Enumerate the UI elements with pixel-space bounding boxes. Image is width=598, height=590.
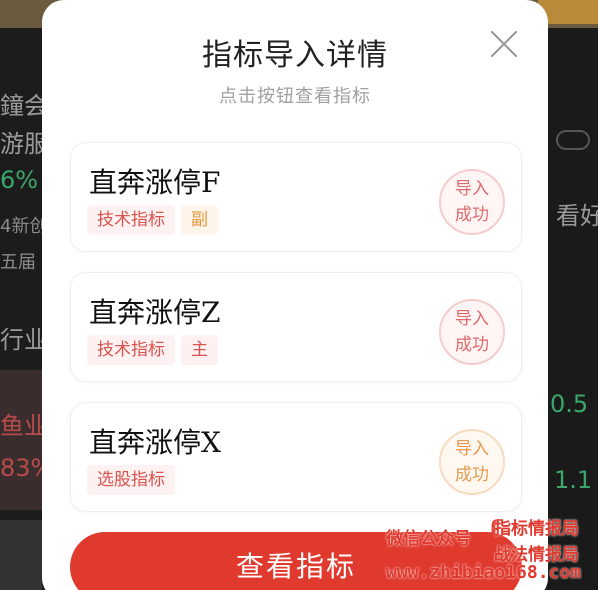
background-text: 游服 [0,130,48,158]
background-eye-icon [556,130,590,150]
stamp-line-1: 导入 [455,179,489,199]
indicator-name: 直奔涨停Z [89,296,221,329]
indicator-name: 直奔涨停X [89,426,221,459]
background-text: 鱼业 [0,412,48,440]
import-success-stamp: 导入 成功 [439,429,505,495]
indicator-name: 直奔涨停F [89,166,221,199]
stamp-line-2: 成功 [455,335,489,355]
background-text: 行业 [0,326,48,354]
category-tag: 技术指标 [87,335,175,365]
background-card [0,520,42,590]
indicator-import-dialog: 指标导入详情 点击按钮查看指标 直奔涨停F 技术指标 副 导入 成功 直奔涨停Z … [42,0,548,590]
category-tag: 选股指标 [87,465,175,495]
sub-tag: 副 [181,205,218,235]
watermark-line-1: 指标情报局 [494,519,579,539]
background-text: 1.1 [554,466,593,494]
stamp-line-1: 导入 [455,309,489,329]
stamp-line-2: 成功 [455,205,489,225]
import-success-stamp: 导入 成功 [439,299,505,365]
indicator-card: 直奔涨停F 技术指标 副 导入成功 [70,142,522,252]
background-text: 五届 [0,252,36,273]
background-text: 6% [0,166,39,194]
sub-tag: 主 [181,335,218,365]
watermark-url: www.zhibiao168.com [386,562,582,583]
background-text: 0.5 [550,390,589,418]
background-text: 4新创 [0,216,48,237]
close-icon[interactable] [488,28,520,60]
dialog-subtitle: 点击按钮查看指标 [219,86,371,107]
dialog-title: 指标导入详情 [202,38,388,73]
background-right-panel [548,30,598,590]
stamp-line-2: 成功 [455,465,489,485]
watermark-label: 微信公众号 [386,529,471,549]
category-tag: 技术指标 [87,205,175,235]
stamp-line-1: 导入 [455,439,489,459]
import-success-stamp: 导入 成功 [439,169,505,235]
indicator-card: 直奔涨停X 选股指标 导入成功 [70,402,522,512]
indicator-card: 直奔涨停Z 技术指标 主 导入成功 [70,272,522,382]
background-text: 看好 [556,202,598,230]
